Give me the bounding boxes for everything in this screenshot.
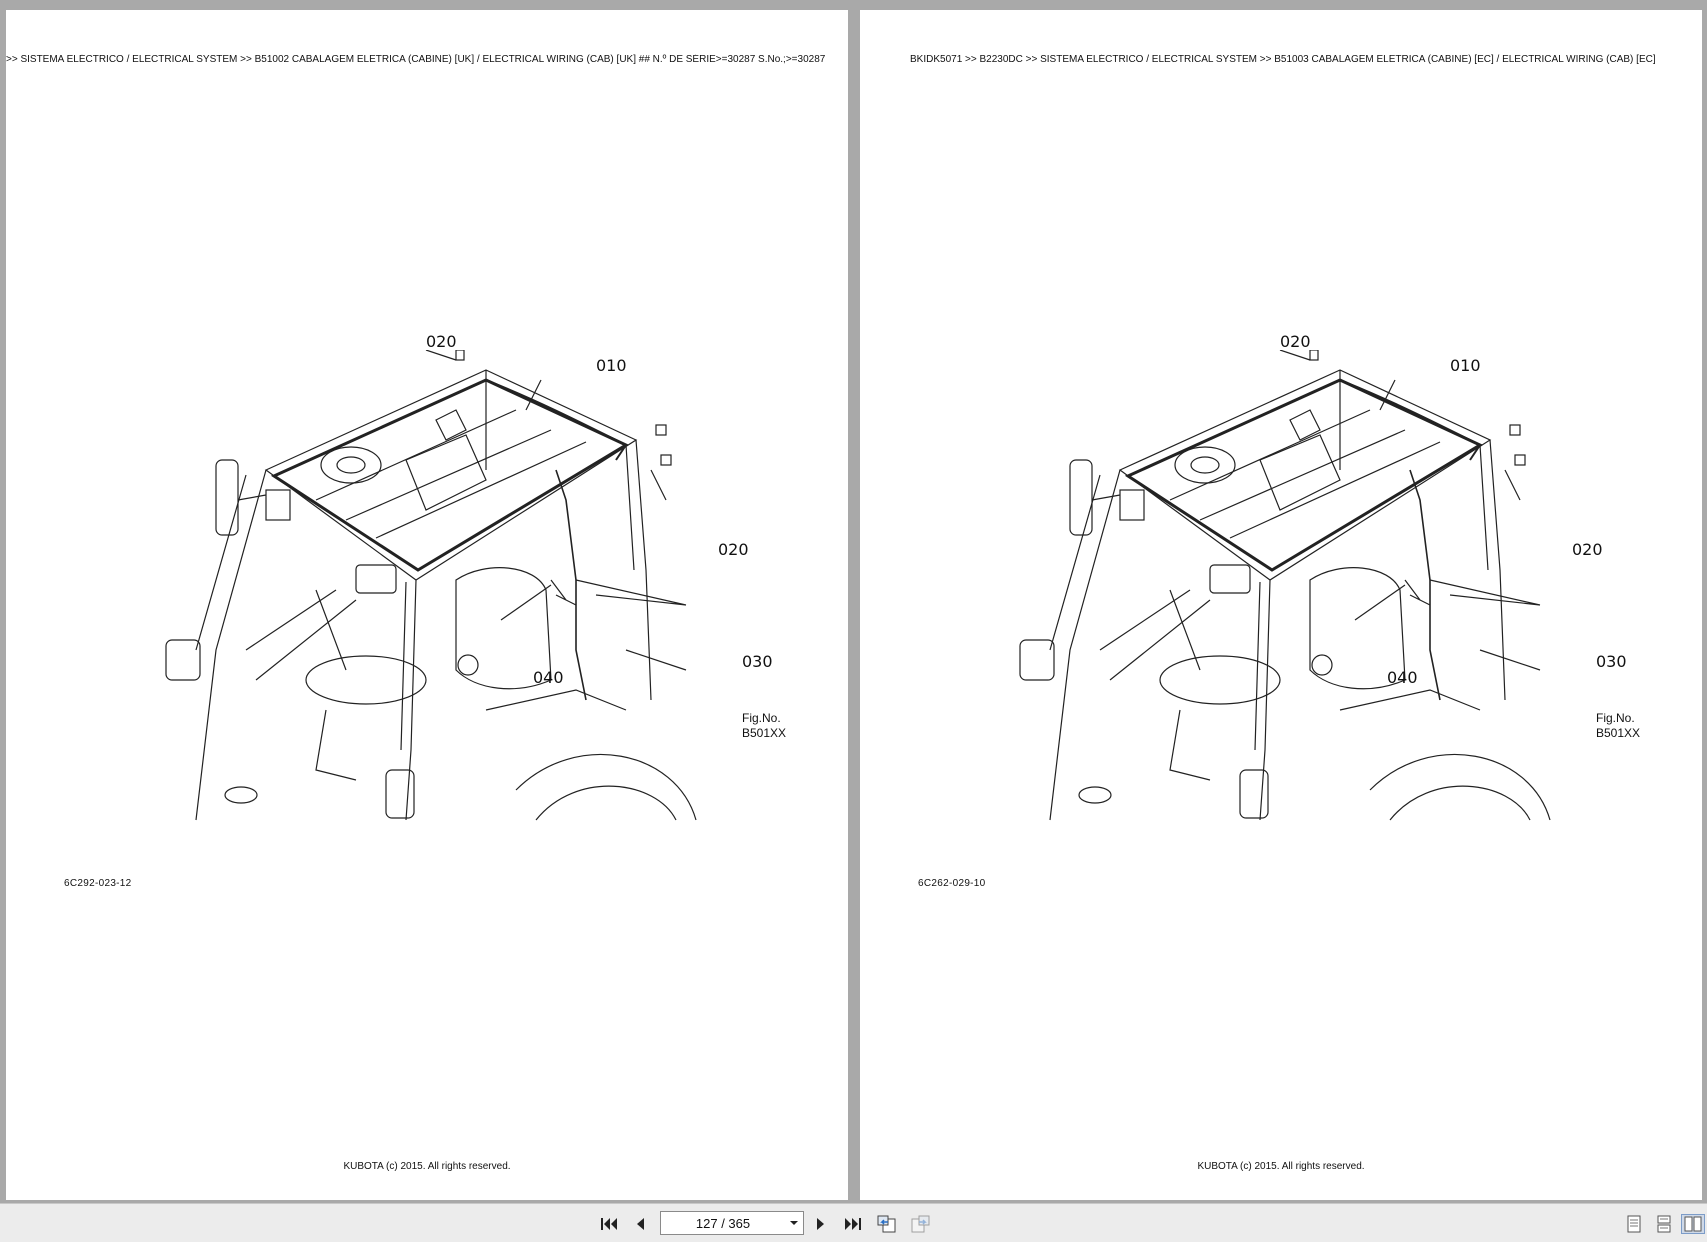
previous-view-icon[interactable] <box>875 1214 899 1234</box>
copyright: KUBOTA (c) 2015. All rights reserved. <box>1197 1161 1365 1172</box>
callout-030: 030 <box>1596 652 1627 671</box>
figure-code: 6C292-023-12 <box>64 878 132 889</box>
fig-no-label: Fig.No. <box>742 711 781 725</box>
chevron-down-icon[interactable] <box>785 1220 803 1226</box>
last-page-icon[interactable] <box>842 1214 864 1234</box>
single-page-view-icon[interactable] <box>1623 1214 1645 1234</box>
callout-040: 040 <box>533 668 564 687</box>
callout-020-right: 020 <box>1572 540 1603 559</box>
callout-010: 010 <box>596 356 627 375</box>
page-breadcrumb: BKIDK5071 >> B2230DC >> SISTEMA ELÉCTRIC… <box>910 54 1656 65</box>
document-page-left: >> SISTEMA ELÉCTRICO / ELECTRICAL SYSTEM… <box>6 10 848 1200</box>
next-page-icon[interactable] <box>810 1214 832 1234</box>
copyright: KUBOTA (c) 2015. All rights reserved. <box>343 1161 511 1172</box>
page-breadcrumb: >> SISTEMA ELÉCTRICO / ELECTRICAL SYSTEM… <box>6 54 826 65</box>
callout-020-right: 020 <box>718 540 749 559</box>
cab-wiring-diagram <box>165 350 697 821</box>
fig-no-value: B501XX <box>742 726 787 740</box>
callout-010: 010 <box>1450 356 1481 375</box>
callout-020-top: 020 <box>1280 332 1311 351</box>
next-view-icon[interactable] <box>908 1214 932 1234</box>
two-page-view-icon[interactable] <box>1681 1214 1705 1234</box>
previous-page-icon[interactable] <box>629 1214 651 1234</box>
callout-030: 030 <box>742 652 773 671</box>
document-page-right: BKIDK5071 >> B2230DC >> SISTEMA ELÉCTRIC… <box>860 10 1702 1200</box>
page-number-select[interactable]: 127 / 365 <box>660 1211 804 1235</box>
first-page-icon[interactable] <box>598 1214 620 1234</box>
callout-020-top: 020 <box>426 332 457 351</box>
callout-040: 040 <box>1387 668 1418 687</box>
cab-wiring-diagram <box>1019 350 1551 821</box>
viewer-toolbar: 127 / 365 <box>0 1203 1707 1242</box>
figure-code: 6C262-029-10 <box>918 878 986 889</box>
fig-no-value: B501XX <box>1596 726 1641 740</box>
fig-no-label: Fig.No. <box>1596 711 1635 725</box>
continuous-view-icon[interactable] <box>1653 1214 1675 1234</box>
document-viewer: >> SISTEMA ELÉCTRICO / ELECTRICAL SYSTEM… <box>0 0 1707 1203</box>
page-indicator: 127 / 365 <box>695 1215 751 1231</box>
